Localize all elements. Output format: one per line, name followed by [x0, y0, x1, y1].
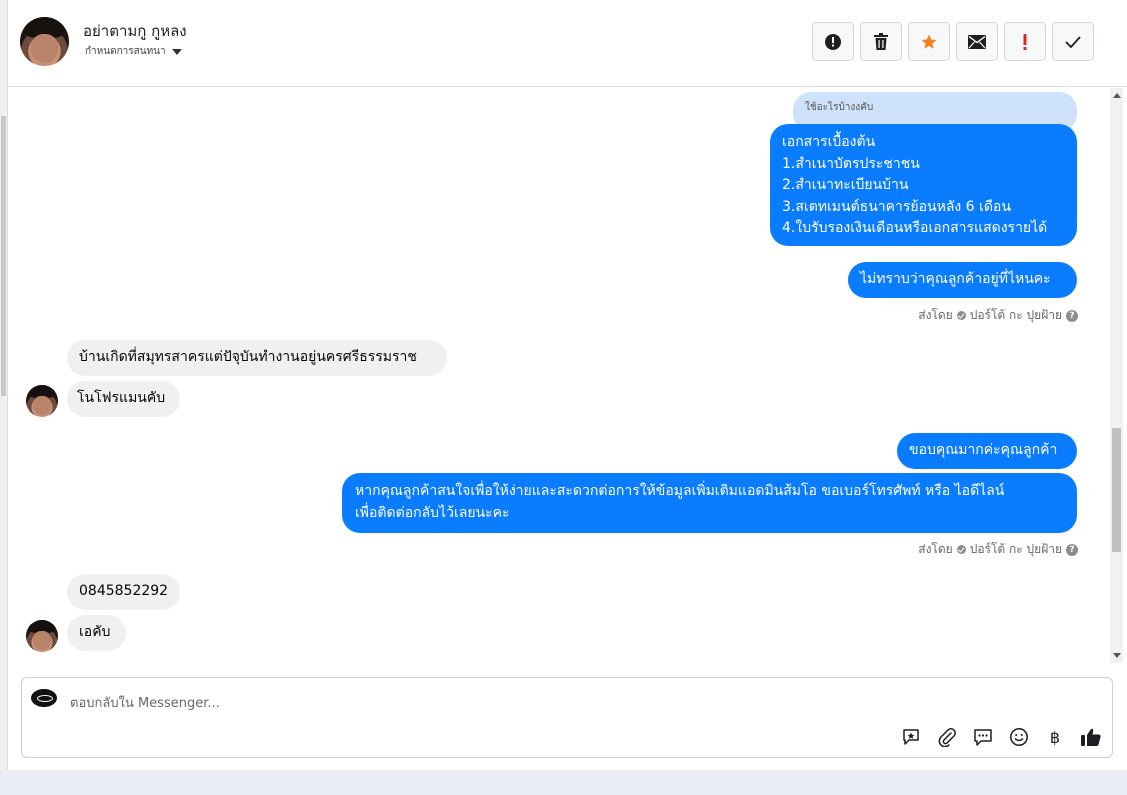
page-footer-strip: [0, 770, 1127, 795]
verified-check-icon: [956, 311, 966, 320]
important-button[interactable]: [1004, 22, 1046, 61]
help-icon[interactable]: ?: [1066, 543, 1078, 556]
verified-check-icon: [956, 545, 966, 554]
assign-conversation-dropdown[interactable]: กำหนดการสนทนา: [85, 44, 182, 59]
mark-unread-button[interactable]: [956, 22, 998, 61]
message-bubble-incoming[interactable]: บ้านเกิดที่สมุทรสาครแต่ปัจุบันทำงานอยู่น…: [67, 340, 447, 376]
outer-scrollbar[interactable]: [0, 0, 7, 770]
saved-reply-icon[interactable]: [900, 726, 922, 748]
scroll-up-arrow-icon[interactable]: [1113, 93, 1121, 98]
delete-button[interactable]: [860, 22, 902, 61]
avatar[interactable]: [26, 620, 58, 652]
sent-by-name[interactable]: ปอร์โต้ กะ ปุยฝ้าย: [970, 540, 1062, 559]
star-button[interactable]: [908, 22, 950, 61]
thumbs-up-icon[interactable]: [1080, 726, 1102, 748]
thread-scrollbar-thumb[interactable]: [1112, 428, 1121, 552]
caret-down-icon: [171, 49, 182, 55]
message-bubble-incoming[interactable]: 0845852292: [67, 574, 180, 610]
thread-scrollbar[interactable]: [1110, 88, 1123, 663]
page-logo-icon: [31, 689, 57, 707]
sent-by-info: ส่งโดย ปอร์โต้ กะ ปุยฝ้าย ?: [918, 540, 1078, 559]
star-icon: [921, 34, 937, 49]
scroll-down-arrow-icon[interactable]: [1113, 653, 1121, 658]
contact-name[interactable]: อย่าตามกู กูหลง: [83, 19, 187, 43]
sent-by-label: ส่งโดย: [918, 308, 953, 322]
message-bubble-incoming[interactable]: โนโฟรแมนคับ: [67, 381, 180, 417]
exclamation-icon: [1023, 33, 1027, 50]
sent-by-label: ส่งโดย: [918, 542, 953, 556]
sent-by-info: ส่งโดย ปอร์โต้ กะ ปุยฝ้าย ?: [918, 306, 1078, 325]
message-bubble-outgoing[interactable]: หากคุณลูกค้าสนใจเพื่อให้ง่ายและสะดวกต่อก…: [342, 473, 1077, 533]
alert-circle-icon: [825, 33, 841, 50]
composer-toolbar: ฿: [900, 726, 1102, 748]
reply-input[interactable]: ตอบกลับใน Messenger...: [70, 692, 220, 713]
message-bubble-outgoing[interactable]: ขอบคุณมากค่ะคุณลูกค้า: [897, 433, 1077, 469]
message-bubble-outgoing[interactable]: เอกสารเบื้องต้น 1.สำเนาบัตรประชาชน 2.สำเ…: [770, 124, 1077, 246]
avatar[interactable]: [26, 385, 58, 417]
avatar[interactable]: [20, 17, 69, 66]
help-icon[interactable]: ?: [1066, 309, 1078, 322]
trash-icon: [874, 32, 888, 50]
emoji-icon[interactable]: [1008, 726, 1030, 748]
done-button[interactable]: [1052, 22, 1094, 61]
reply-composer[interactable]: ตอบกลับใน Messenger... ฿: [21, 677, 1113, 758]
spam-button[interactable]: [812, 22, 854, 61]
envelope-icon: [968, 34, 986, 49]
action-toolbar: [812, 22, 1094, 61]
baht-icon[interactable]: ฿: [1044, 726, 1066, 748]
check-icon: [1065, 35, 1081, 48]
message-bubble-outgoing[interactable]: ไม่ทราบว่าคุณลูกค้าอยู่ที่ไหนคะ: [848, 262, 1077, 298]
conversation-header: อย่าตามกู กูหลง กำหนดการสนทนา: [8, 0, 1127, 87]
assign-conversation-label: กำหนดการสนทนา: [85, 46, 166, 57]
chat-bubbles-icon[interactable]: [972, 726, 994, 748]
sent-by-name[interactable]: ปอร์โต้ กะ ปุยฝ้าย: [970, 306, 1062, 325]
message-thread[interactable]: ใช้อะไรบ้างงคับ เอกสารเบื้องต้น 1.สำเนาบ…: [8, 88, 1110, 663]
message-bubble-incoming[interactable]: เอคับ: [67, 615, 126, 651]
messenger-panel: อย่าตามกู กูหลง กำหนดการสนทนา ใช้อะไรบ้า…: [7, 0, 1127, 770]
attachment-icon[interactable]: [936, 726, 958, 748]
outer-scrollbar-thumb[interactable]: [1, 116, 6, 396]
